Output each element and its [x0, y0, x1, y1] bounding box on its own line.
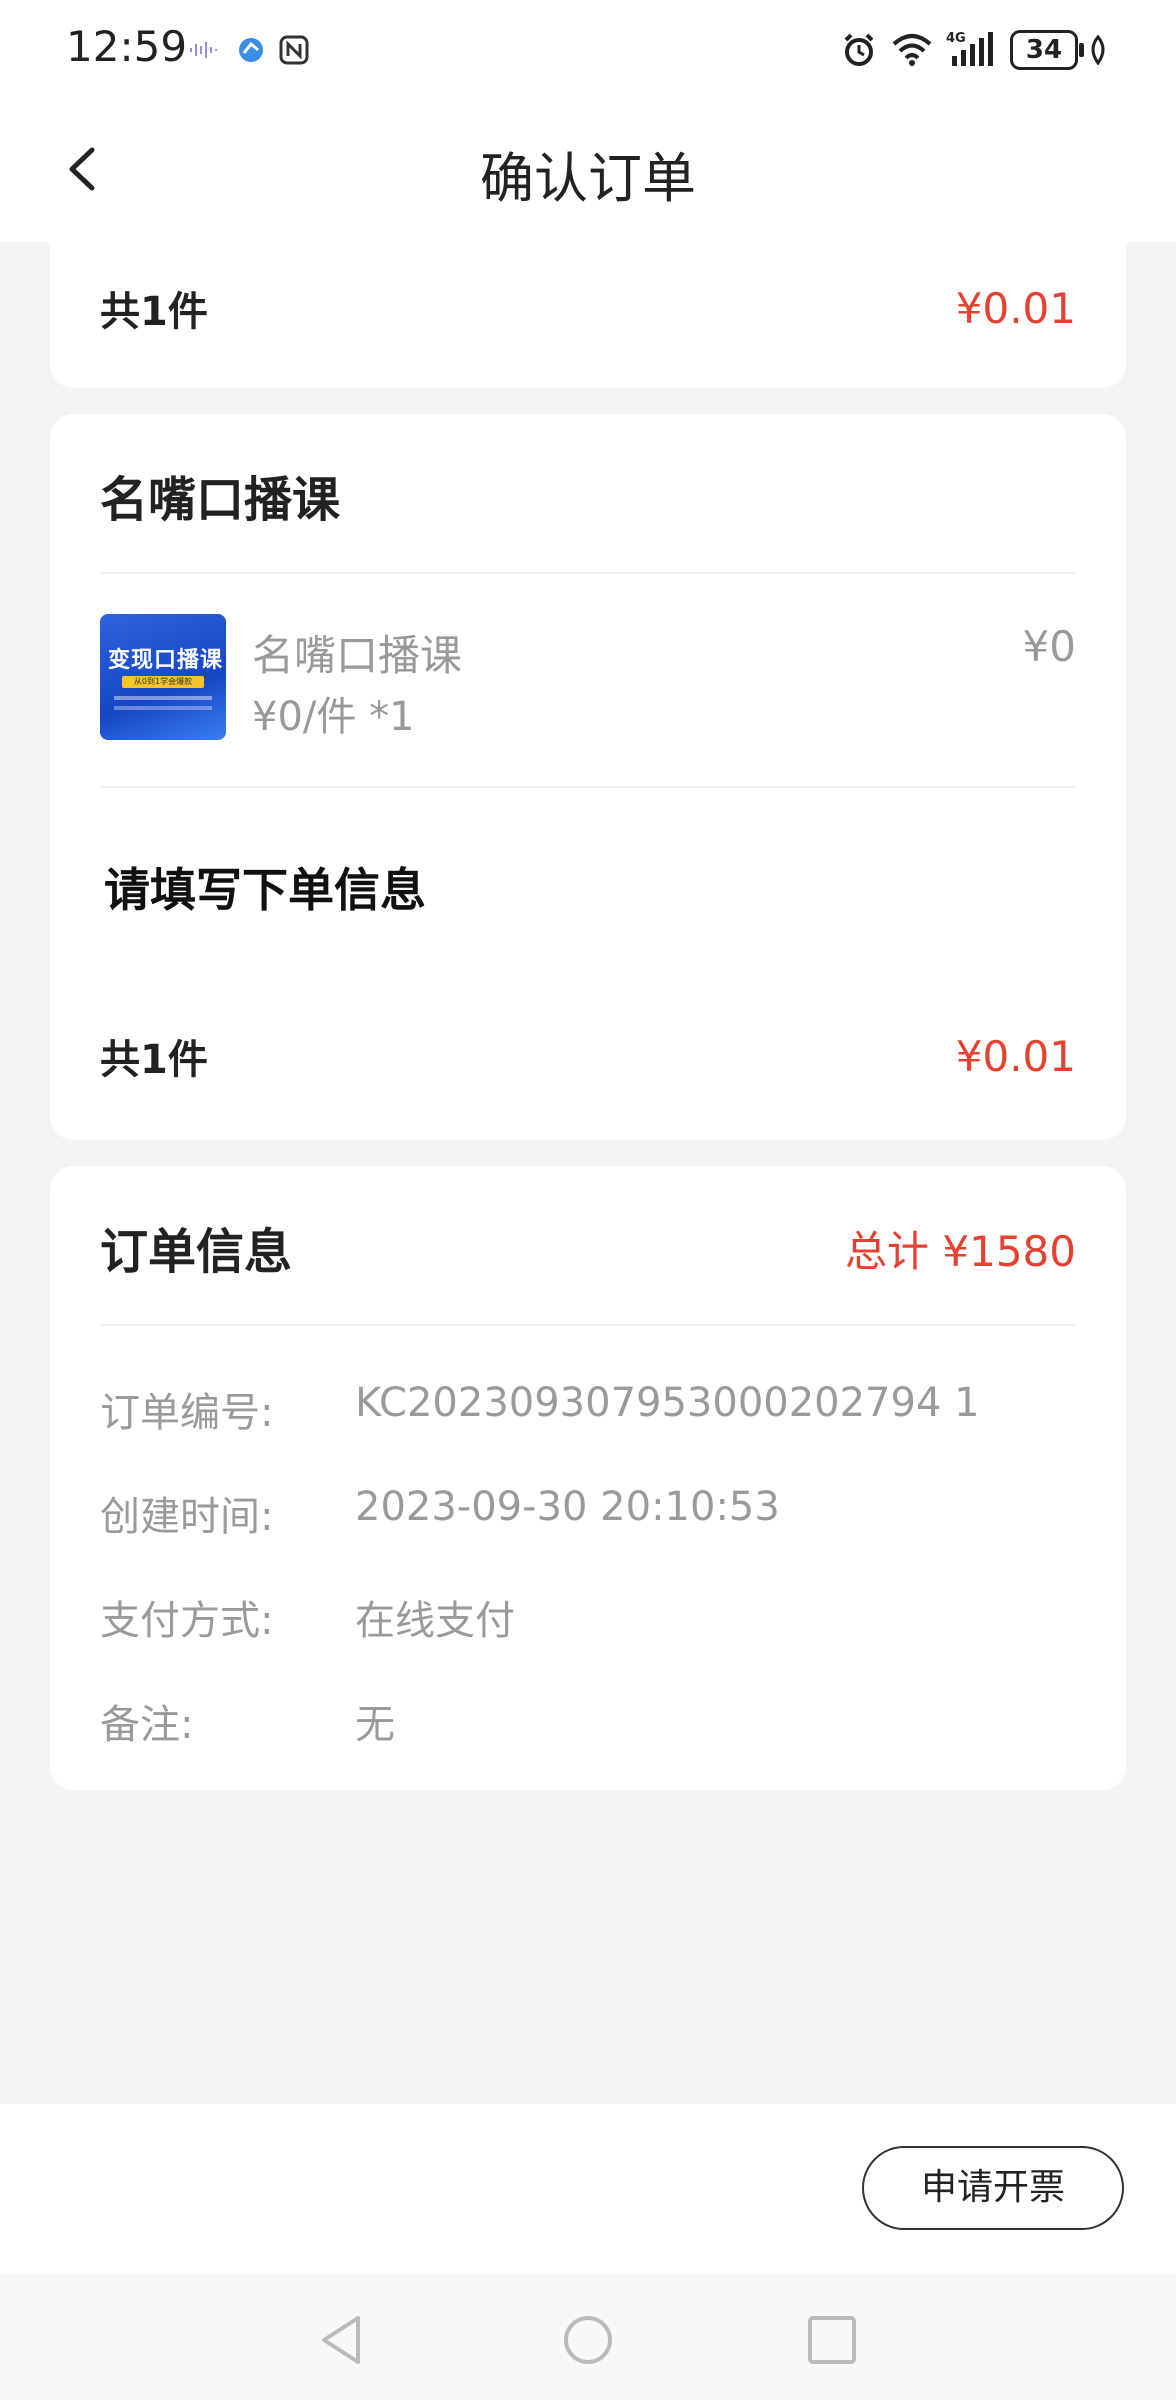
status-time: 12:59	[66, 22, 188, 71]
item-count: 共1件	[100, 289, 208, 335]
payment-method-value: 在线支付	[355, 1598, 515, 1644]
apply-invoice-button[interactable]: 申请开票	[862, 2146, 1124, 2230]
system-nav-bar	[0, 2274, 1176, 2400]
summary-card: 共1件 ¥0.01	[50, 236, 1126, 388]
created-time-value: 2023-09-30 20:10:53	[355, 1484, 780, 1530]
fill-info-title[interactable]: 请填写下单信息	[104, 854, 426, 920]
battery-indicator: 34	[1010, 30, 1084, 70]
nav-recents-icon[interactable]	[804, 2312, 860, 2368]
browser-icon	[236, 30, 266, 70]
nav-back-icon[interactable]	[314, 2312, 370, 2368]
amount: ¥0.01	[955, 283, 1076, 333]
divider	[100, 786, 1076, 788]
nav-home-icon[interactable]	[560, 2312, 616, 2368]
course-thumbnail[interactable]: 变现口播课 从0到1学会爆款	[100, 614, 226, 740]
signal-icon: 4G	[946, 30, 1000, 70]
bottom-action-bar: 申请开票	[0, 2104, 1176, 2274]
divider	[100, 1324, 1076, 1326]
wifi-icon	[890, 30, 934, 70]
course-section-title: 名嘴口播课	[100, 472, 341, 528]
status-bar: 12:59 4G 34	[0, 0, 1176, 98]
order-number-value: KC202309307953000202794 1	[355, 1380, 980, 1426]
remark-label: 备注:	[100, 1702, 194, 1748]
alarm-icon	[840, 30, 878, 70]
remark-value: 无	[355, 1702, 395, 1748]
order-total: 总计 ¥1580	[845, 1227, 1076, 1276]
divider	[100, 572, 1076, 574]
course-item-name[interactable]: 名嘴口播课	[252, 622, 462, 683]
svg-text:4G: 4G	[946, 31, 966, 46]
course-unit-price: ¥0/件 *1	[252, 694, 415, 740]
nav-bar: 确认订单	[0, 98, 1176, 242]
page-title: 确认订单	[480, 147, 696, 210]
order-info-card: 订单信息 总计 ¥1580 订单编号: KC202309307953000202…	[50, 1166, 1126, 1790]
nfc-icon	[278, 30, 310, 70]
order-number-label: 订单编号:	[100, 1390, 274, 1436]
item-count: 共1件	[100, 1037, 208, 1083]
order-info-title: 订单信息	[100, 1224, 293, 1280]
amount: ¥0.01	[955, 1031, 1076, 1081]
audio-wave-icon	[188, 30, 218, 70]
created-time-label: 创建时间:	[100, 1494, 274, 1540]
payment-method-label: 支付方式:	[100, 1598, 274, 1644]
course-card: 名嘴口播课 变现口播课 从0到1学会爆款 名嘴口播课 ¥0/件 *1 ¥0 请填…	[50, 414, 1126, 1140]
course-item-price: ¥0	[1022, 622, 1076, 671]
leaf-icon	[1088, 30, 1108, 70]
